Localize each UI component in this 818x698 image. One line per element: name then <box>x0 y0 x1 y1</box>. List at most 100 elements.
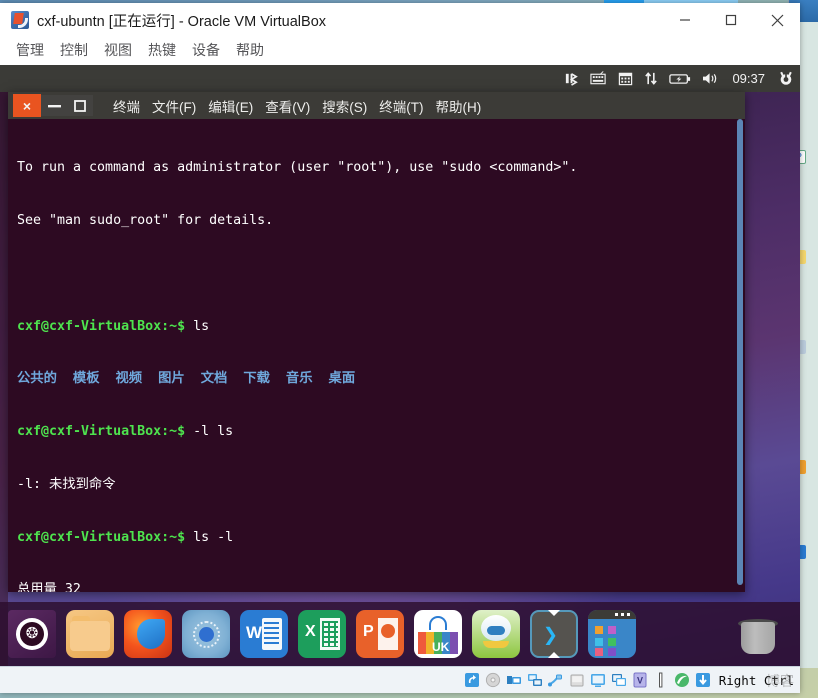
ubuntu-logo-icon: ❂ <box>25 625 39 642</box>
terminal-menu-edit[interactable]: 编辑(E) <box>202 94 259 118</box>
dock-item-excel[interactable]: X <box>298 610 346 658</box>
terminal-dir-list: 公共的 模板 视频 图片 文档 下载 音乐 桌面 <box>17 371 356 387</box>
terminal-maximize-button[interactable] <box>67 95 93 116</box>
host-key-icon[interactable] <box>695 672 712 689</box>
terminal-minimize-button[interactable] <box>41 95 67 116</box>
dock-item-ubuntu-software[interactable]: UK <box>414 610 462 658</box>
terminal-text: -l: 未找到命令 <box>17 476 116 492</box>
usb-icon[interactable] <box>548 672 565 689</box>
terminal-scrollbar[interactable] <box>735 119 745 592</box>
terminal-scrollbar-thumb[interactable] <box>737 119 743 585</box>
floppy-icon[interactable] <box>506 672 523 689</box>
terminal-line: -l: 未找到命令 <box>17 476 745 494</box>
panel-clock[interactable]: 09:37 <box>732 71 765 86</box>
terminal-window[interactable]: × 终端 文件(F) 编辑(E) 查看(V) 搜索(S) 终端(T) 帮助(H)… <box>8 92 745 592</box>
ubuntu-software-icon: UK <box>432 640 450 654</box>
mouse-integration-icon[interactable] <box>674 672 691 689</box>
network-updown-icon[interactable] <box>644 65 658 92</box>
maximize-button[interactable] <box>708 3 754 37</box>
word-icon: W <box>246 623 263 642</box>
ubuntu-top-panel: 09:37 <box>0 65 800 92</box>
firefox-icon <box>137 619 165 649</box>
guest-screen[interactable]: 09:37 × 终端 文件(F) 编辑(E) 查看(V) 搜索(S) 终端(T)… <box>0 65 800 666</box>
excel-icon: X <box>305 623 316 640</box>
terminal-text: 总用量 32 <box>17 582 81 592</box>
menu-item-view[interactable]: 视图 <box>96 38 140 62</box>
bluetooth-icon[interactable] <box>564 65 579 92</box>
host-desktop: ? 方 a l. o h en ge P c+ ●● cxf-ubuntn [正… <box>0 0 818 698</box>
powerpoint-icon: P <box>363 623 374 640</box>
virtualbox-window[interactable]: cxf-ubuntn [正在运行] - Oracle VM VirtualBox… <box>0 3 800 693</box>
volume-icon[interactable] <box>702 65 719 92</box>
remote-desktop-icon[interactable] <box>611 672 628 689</box>
terminal-icon: ❯ <box>543 620 559 649</box>
vm-icon[interactable]: V <box>632 672 649 689</box>
window-title: cxf-ubuntn [正在运行] - Oracle VM VirtualBox <box>37 13 327 30</box>
terminal-menu-terminal-app[interactable]: 终端 <box>107 94 146 118</box>
minimize-button[interactable] <box>662 3 708 37</box>
ubuntu-dock: ❂ W X P UK ❯ <box>0 602 800 666</box>
dock-focus-arrow-top <box>548 610 560 616</box>
dock-item-terminal[interactable]: ❯ <box>530 610 578 658</box>
terminal-line: cxf@cxf-VirtualBox:~$ -l ls <box>17 423 745 441</box>
terminal-line: To run a command as administrator (user … <box>17 159 745 177</box>
system-settings-icon <box>608 648 616 656</box>
keyboard-layout-icon[interactable] <box>590 65 607 92</box>
separator <box>653 672 670 689</box>
terminal-command: ls <box>185 318 210 334</box>
unity-launcher-strip[interactable] <box>0 92 8 666</box>
network-icon[interactable] <box>527 672 544 689</box>
terminal-line: 公共的 模板 视频 图片 文档 下载 音乐 桌面 <box>17 370 745 388</box>
dock-focus-arrow-bottom <box>548 652 560 658</box>
file-manager-icon <box>70 621 110 651</box>
terminal-command: -l ls <box>185 424 234 440</box>
terminal-menu-help[interactable]: 帮助(H) <box>430 94 488 118</box>
dock-item-chromium[interactable] <box>182 610 230 658</box>
dock-item-firefox[interactable] <box>124 610 172 658</box>
terminal-line: cxf@cxf-VirtualBox:~$ ls -l <box>17 529 745 547</box>
close-button[interactable] <box>754 3 800 37</box>
terminal-prompt: cxf@cxf-VirtualBox:~$ <box>17 318 186 334</box>
terminal-line: 总用量 32 <box>17 581 745 592</box>
terminal-text: To run a command as administrator (user … <box>17 160 578 176</box>
dock-item-ubuntu-dash[interactable]: ❂ <box>8 610 56 658</box>
virtualbox-titlebar[interactable]: cxf-ubuntn [正在运行] - Oracle VM VirtualBox <box>0 3 800 37</box>
terminal-prompt: cxf@cxf-VirtualBox:~$ <box>17 529 186 545</box>
battery-icon[interactable] <box>669 65 691 92</box>
display-icon[interactable] <box>590 672 607 689</box>
terminal-prompt: cxf@cxf-VirtualBox:~$ <box>17 424 186 440</box>
amazon-icon <box>487 626 505 635</box>
menu-item-manage[interactable]: 管理 <box>8 38 52 62</box>
dock-item-system-settings[interactable] <box>588 610 636 658</box>
terminal-menu-file[interactable]: 文件(F) <box>146 94 202 118</box>
terminal-close-button[interactable]: × <box>13 94 41 117</box>
trash-icon <box>741 622 775 654</box>
terminal-output-area[interactable]: To run a command as administrator (user … <box>8 119 745 592</box>
dock-item-word[interactable]: W <box>240 610 288 658</box>
hard-disk-icon[interactable] <box>464 672 481 689</box>
calendar-icon[interactable] <box>618 65 633 92</box>
virtualbox-menubar: 管理 控制 视图 热键 设备 帮助 <box>0 37 800 63</box>
power-gear-icon[interactable] <box>778 65 794 92</box>
dock-item-trash[interactable] <box>734 610 782 658</box>
menu-item-hotkey[interactable]: 热键 <box>140 38 184 62</box>
dock-item-powerpoint[interactable]: P <box>356 610 404 658</box>
terminal-menu-view[interactable]: 查看(V) <box>259 94 316 118</box>
svg-text:V: V <box>637 676 643 686</box>
virtualbox-icon <box>11 11 29 29</box>
optical-disk-icon[interactable] <box>485 672 502 689</box>
terminal-text: See "man sudo_root" for details. <box>17 212 274 228</box>
terminal-titlebar[interactable]: × 终端 文件(F) 编辑(E) 查看(V) 搜索(S) 终端(T) 帮助(H) <box>8 92 745 119</box>
menu-item-devices[interactable]: 设备 <box>184 38 228 62</box>
dock-item-files[interactable] <box>66 610 114 658</box>
terminal-command: ls -l <box>185 529 234 545</box>
terminal-line: cxf@cxf-VirtualBox:~$ ls <box>17 318 745 336</box>
dock-item-amazon[interactable] <box>472 610 520 658</box>
virtualbox-statusbar: V Right Ctrl <box>0 666 800 693</box>
terminal-menu-terminal[interactable]: 终端(T) <box>373 94 429 118</box>
menu-item-control[interactable]: 控制 <box>52 38 96 62</box>
menu-item-help[interactable]: 帮助 <box>228 38 272 62</box>
terminal-menu-search[interactable]: 搜索(S) <box>316 94 373 118</box>
shared-folder-icon[interactable] <box>569 672 586 689</box>
